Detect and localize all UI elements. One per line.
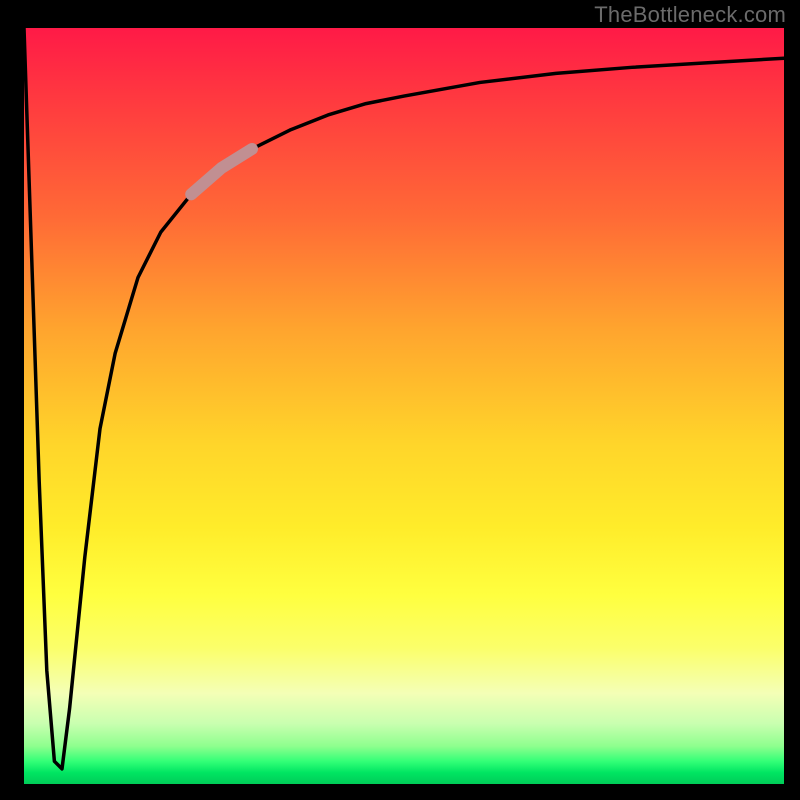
chart-overlay <box>24 28 784 784</box>
chart-frame: TheBottleneck.com <box>0 0 800 800</box>
curve-highlight-segment <box>191 149 252 194</box>
primary-curve <box>24 28 784 769</box>
attribution-watermark: TheBottleneck.com <box>594 2 786 28</box>
